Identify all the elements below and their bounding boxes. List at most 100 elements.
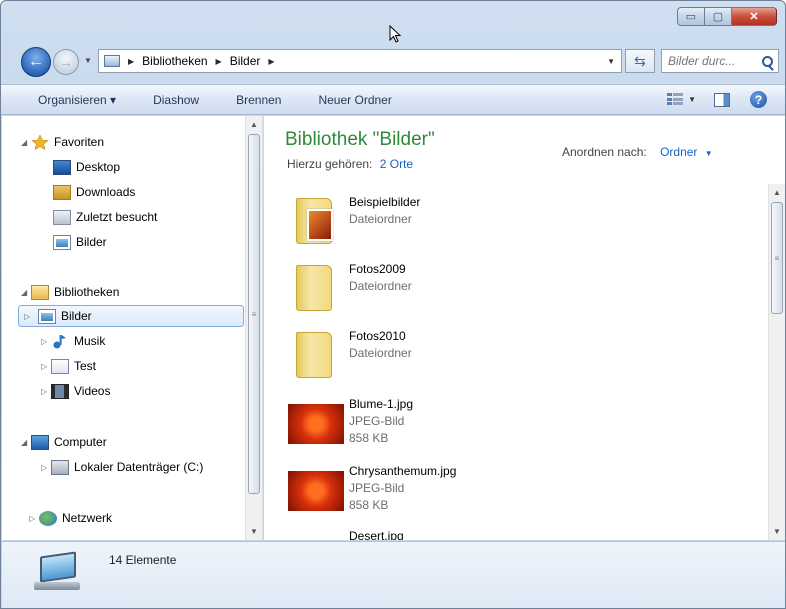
nav-label: Computer: [54, 435, 107, 449]
search-icon[interactable]: [762, 55, 773, 67]
back-button[interactable]: ←: [21, 47, 51, 77]
nav-lib-music[interactable]: ▷ Musik: [41, 330, 105, 352]
list-item[interactable]: Chrysanthemum.jpg JPEG-Bild 858 KB: [288, 461, 748, 521]
scroll-up-icon[interactable]: ▲: [246, 116, 262, 133]
expanded-triangle-icon[interactable]: ◢: [21, 438, 31, 447]
file-type: Dateiordner: [349, 279, 412, 293]
refresh-icon: ⇆: [634, 52, 646, 69]
arrow-left-icon: ←: [28, 53, 44, 70]
view-dropdown-icon[interactable]: ▼: [688, 95, 696, 104]
arrange-dropdown[interactable]: Ordner: [660, 145, 697, 159]
expanded-triangle-icon[interactable]: ◢: [21, 288, 31, 297]
change-view-icon[interactable]: [667, 93, 684, 106]
file-name: Fotos2010: [349, 329, 406, 343]
collapsed-triangle-icon[interactable]: ▷: [24, 312, 34, 321]
content-scroll-thumb[interactable]: ≡: [771, 202, 783, 314]
nav-label: Bilder: [76, 235, 107, 249]
arrow-right-icon: →: [59, 54, 73, 70]
nav-desktop[interactable]: Desktop: [53, 156, 120, 178]
nav-libraries[interactable]: ◢ Bibliotheken: [21, 281, 119, 303]
file-type: Dateiordner: [349, 212, 412, 226]
scroll-down-icon[interactable]: ▼: [769, 523, 785, 540]
scroll-down-icon[interactable]: ▼: [246, 523, 262, 540]
chevron-down-icon[interactable]: ▼: [705, 149, 713, 158]
collapsed-triangle-icon[interactable]: ▷: [41, 463, 51, 472]
breadcrumb-libraries[interactable]: Bibliotheken: [142, 54, 207, 68]
chevron-right-icon[interactable]: ▶: [216, 57, 222, 66]
nav-local-disk[interactable]: ▷ Lokaler Datenträger (C:): [41, 456, 203, 478]
new-folder-button[interactable]: Neuer Ordner: [318, 93, 391, 107]
desktop-icon: [53, 159, 71, 175]
network-icon: [39, 510, 57, 526]
includes-locations-link[interactable]: 2 Orte: [380, 157, 413, 171]
collapsed-triangle-icon[interactable]: ▷: [29, 514, 39, 523]
list-item[interactable]: Fotos2010 Dateiordner: [288, 326, 748, 386]
nav-recent-places[interactable]: Zuletzt besucht: [53, 206, 157, 228]
libraries-icon: [31, 284, 49, 300]
nav-label: Lokaler Datenträger (C:): [74, 460, 204, 474]
nav-network[interactable]: ▷ Netzwerk: [29, 507, 112, 529]
breadcrumb-pictures[interactable]: Bilder: [230, 54, 261, 68]
navigation-pane: ◢ Favoriten Desktop Downloads Zuletzt be…: [2, 116, 263, 540]
search-input[interactable]: [668, 54, 760, 68]
nav-label: Bilder: [61, 309, 92, 323]
file-name: Desert.jpg: [349, 529, 404, 540]
preview-pane-icon[interactable]: [714, 92, 730, 107]
forward-button[interactable]: →: [53, 49, 79, 75]
file-type: JPEG-Bild: [349, 414, 405, 428]
library-large-icon: [34, 551, 80, 592]
collapsed-triangle-icon[interactable]: ▷: [41, 362, 51, 371]
music-icon: [53, 334, 66, 348]
nav-computer[interactable]: ◢ Computer: [21, 431, 107, 453]
chevron-right-icon[interactable]: ▶: [268, 57, 274, 66]
nav-fav-pictures[interactable]: Bilder: [53, 231, 107, 253]
help-icon[interactable]: ?: [750, 91, 767, 108]
nav-label: Musik: [74, 334, 106, 348]
details-pane: 14 Elemente: [2, 541, 785, 608]
file-name: Fotos2009: [349, 262, 406, 276]
list-item[interactable]: Desert.jpg: [288, 526, 748, 540]
chevron-right-icon[interactable]: ▶: [128, 57, 134, 66]
star-icon: [31, 134, 49, 150]
history-dropdown-icon[interactable]: ▼: [84, 56, 92, 65]
pictures-icon: [53, 234, 71, 250]
organize-button[interactable]: Organisieren ▾: [38, 93, 116, 107]
search-box[interactable]: [661, 49, 779, 73]
close-button[interactable]: ✕: [731, 7, 777, 26]
nav-lib-test[interactable]: ▷ Test: [41, 355, 96, 377]
list-item[interactable]: Blume-1.jpg JPEG-Bild 858 KB: [288, 394, 748, 454]
library-includes: Hierzu gehören: 2 Orte: [287, 157, 413, 171]
computer-icon: [31, 434, 49, 450]
slideshow-button[interactable]: Diashow: [153, 93, 199, 107]
nav-favorites[interactable]: ◢ Favoriten: [21, 131, 104, 153]
collapsed-triangle-icon[interactable]: ▷: [41, 387, 51, 396]
downloads-folder-icon: [53, 184, 71, 200]
list-item[interactable]: Fotos2009 Dateiordner: [288, 259, 748, 319]
nav-scroll-thumb[interactable]: ≡: [248, 134, 260, 494]
address-dropdown-icon[interactable]: ▼: [607, 57, 615, 66]
nav-label: Favoriten: [54, 135, 105, 149]
nav-label: Bibliotheken: [54, 285, 120, 299]
list-item[interactable]: Beispielbilder Dateiordner: [288, 192, 748, 252]
folder-icon: [296, 198, 333, 244]
refresh-button[interactable]: ⇆: [625, 49, 655, 73]
file-name: Blume-1.jpg: [349, 397, 414, 411]
nav-lib-videos[interactable]: ▷ Videos: [41, 380, 110, 402]
expanded-triangle-icon[interactable]: ◢: [21, 138, 31, 147]
pictures-library-icon: [104, 55, 120, 67]
maximize-button[interactable]: ▢: [704, 7, 731, 26]
address-bar[interactable]: ▶ Bibliotheken ▶ Bilder ▶ ▼: [98, 49, 622, 73]
nav-lib-pictures[interactable]: ▷ Bilder: [18, 305, 244, 327]
burn-button[interactable]: Brennen: [236, 93, 281, 107]
nav-scrollbar[interactable]: ▲ ≡ ▼: [245, 116, 262, 540]
item-count: 14 Elemente: [109, 553, 177, 567]
hard-drive-icon: [51, 459, 69, 475]
collapsed-triangle-icon[interactable]: ▷: [41, 337, 51, 346]
content-scrollbar[interactable]: ▲ ≡ ▼: [768, 184, 785, 540]
nav-label: Zuletzt besucht: [76, 210, 158, 224]
image-thumbnail: [288, 471, 344, 511]
arrange-by: Anordnen nach: Ordner ▼: [562, 145, 713, 159]
minimize-button[interactable]: ▭: [677, 7, 704, 26]
nav-downloads[interactable]: Downloads: [53, 181, 135, 203]
scroll-up-icon[interactable]: ▲: [769, 184, 785, 201]
